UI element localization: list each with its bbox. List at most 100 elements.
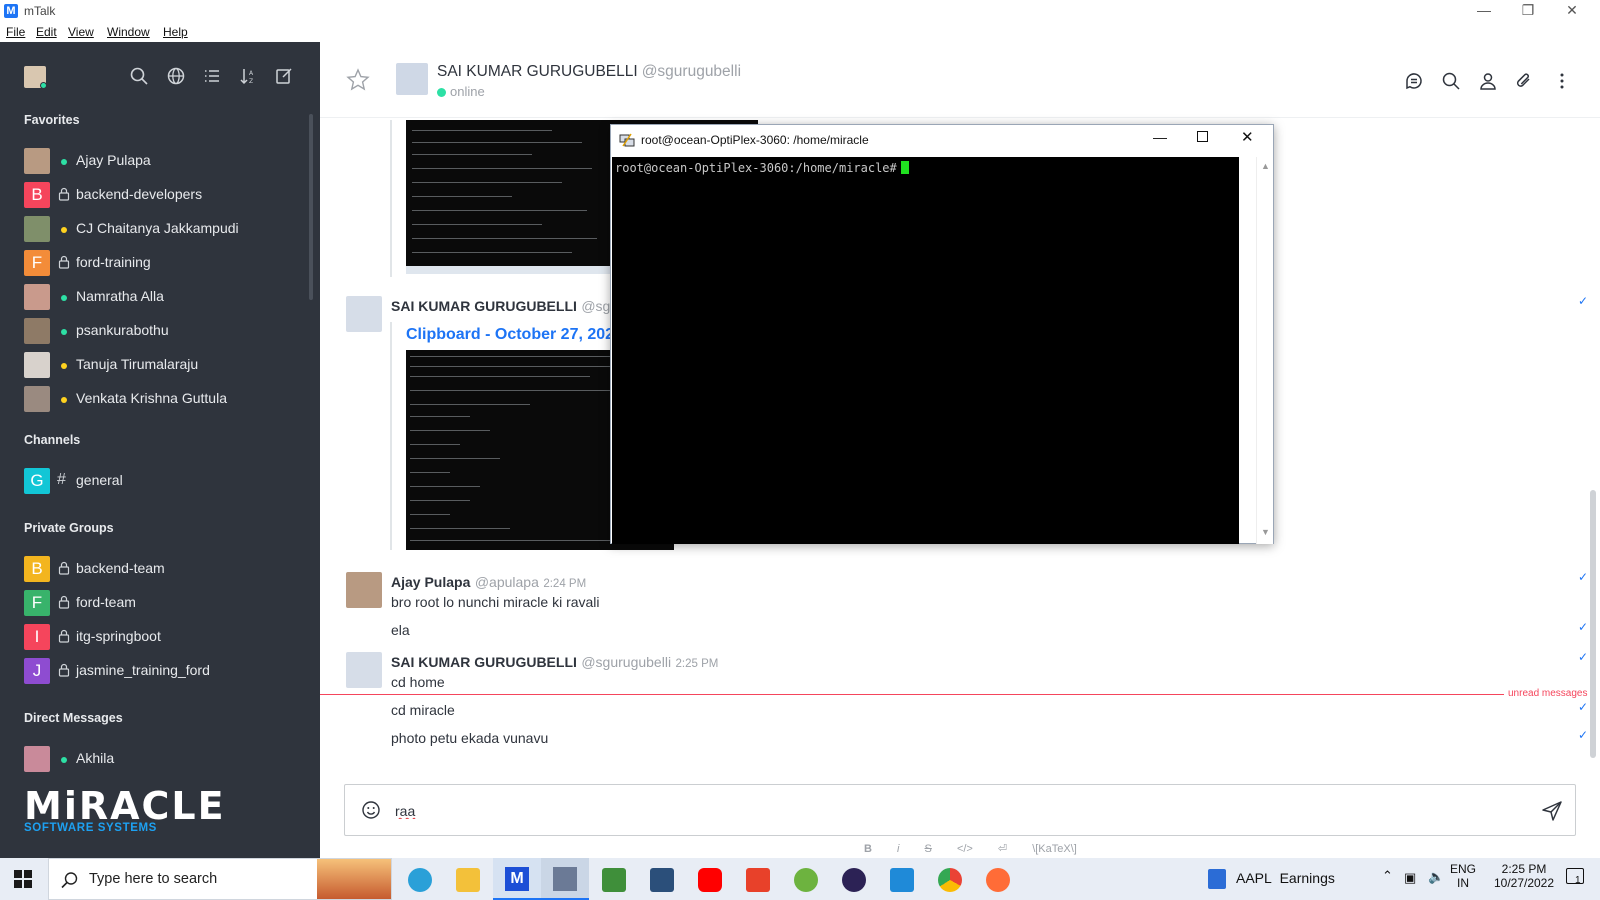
volume-icon[interactable]: 🔈 <box>1428 869 1444 885</box>
italic-button[interactable]: i <box>897 843 899 855</box>
lock-icon <box>58 595 70 609</box>
terminal-console[interactable]: root@ocean-OptiPlex-3060:/home/miracle# <box>612 157 1239 544</box>
menu-window[interactable]: Window <box>107 25 150 39</box>
putty-taskbar-button[interactable] <box>541 858 589 900</box>
stock-widget[interactable]: AAPL Earnings <box>1236 870 1335 886</box>
mtalk-taskbar-button[interactable]: M <box>493 858 541 900</box>
sidebar-item-venkata[interactable]: Venkata Krishna Guttula <box>0 381 312 415</box>
sidebar-item-general[interactable]: G # general <box>0 463 312 497</box>
menu-help[interactable]: Help <box>163 25 188 39</box>
message-input[interactable] <box>395 800 1495 822</box>
search-highlight-image <box>317 859 391 899</box>
search-messages-icon[interactable] <box>1441 71 1461 91</box>
message-author[interactable]: Ajay Pulapa <box>391 574 470 590</box>
file-explorer-icon[interactable] <box>456 868 480 892</box>
taskbar-search[interactable]: Type here to search <box>48 858 392 900</box>
terminal-window[interactable]: root@ocean-OptiPlex-3060: /home/miracle … <box>610 124 1274 544</box>
close-icon[interactable]: ✕ <box>1562 2 1582 19</box>
avatar: F <box>24 590 50 616</box>
multiline-button[interactable]: ⏎ <box>998 843 1007 855</box>
message-author[interactable]: SAI KUMAR GURUGUBELLI <box>391 654 577 670</box>
tray-overflow-icon[interactable]: ⌃ <box>1382 868 1393 884</box>
sort-icon[interactable]: AZ <box>238 66 258 86</box>
app-logo-icon: M <box>4 4 18 18</box>
terminal-scrollbar[interactable]: ▲ ▼ <box>1256 157 1273 544</box>
sidebar-item-label: backend-team <box>76 560 165 576</box>
menu-view[interactable]: View <box>68 25 94 39</box>
message-author[interactable]: SAI KUMAR GURUGUBELLI <box>391 298 577 314</box>
section-channels: Channels <box>24 433 81 447</box>
messages-scrollbar[interactable] <box>1590 490 1596 758</box>
clock[interactable]: 2:25 PM 10/27/2022 <box>1484 862 1564 890</box>
directory-globe-icon[interactable] <box>166 66 186 86</box>
user-avatar[interactable] <box>24 66 47 89</box>
menu-edit[interactable]: Edit <box>36 25 57 39</box>
send-icon[interactable] <box>1541 800 1563 822</box>
message-avatar[interactable] <box>346 296 382 332</box>
terminal-close-icon[interactable]: ✕ <box>1241 128 1254 146</box>
spring-tools-icon[interactable] <box>794 868 818 892</box>
windows-start-icon[interactable] <box>14 870 32 888</box>
message-text: bro root lo nunchi miracle ki ravali <box>391 594 600 610</box>
input-language[interactable]: ENG IN <box>1448 862 1478 890</box>
sidebar-item-cj-chaitanya[interactable]: CJ Chaitanya Jakkampudi <box>0 211 312 245</box>
sidebar-item-ford-training[interactable]: F ford-training <box>0 245 312 279</box>
edge-browser-icon[interactable] <box>408 868 432 892</box>
create-new-icon[interactable] <box>274 66 294 86</box>
favorite-star-icon[interactable] <box>346 68 370 92</box>
sidebar-item-namratha-alla[interactable]: Namratha Alla <box>0 279 312 313</box>
eclipse-icon[interactable] <box>842 868 866 892</box>
sidebar-item-backend-team[interactable]: B backend-team <box>0 551 312 585</box>
message-avatar[interactable] <box>346 652 382 688</box>
read-receipt-icon: ✓ <box>1578 294 1589 308</box>
sidebar-item-label: backend-developers <box>76 186 203 202</box>
message-time: 2:25 PM <box>675 658 719 670</box>
avatar <box>24 352 50 378</box>
network-icon[interactable]: ▣ <box>1404 870 1416 886</box>
postman-icon[interactable] <box>986 868 1010 892</box>
display-list-icon[interactable] <box>202 66 222 86</box>
katex-button[interactable]: \[KaTeX\] <box>1032 843 1077 855</box>
attachment-icon[interactable] <box>1514 71 1534 91</box>
notepad-icon[interactable] <box>602 868 626 892</box>
attachment-border <box>390 120 392 277</box>
terminal-minimize-icon[interactable]: — <box>1153 129 1167 145</box>
attachment-title-link[interactable]: Clipboard - October 27, 202 <box>406 326 614 344</box>
terminal-maximize-icon[interactable] <box>1197 131 1208 142</box>
emoji-icon[interactable] <box>361 800 381 820</box>
wps-office-icon[interactable] <box>746 868 770 892</box>
minimize-icon[interactable]: — <box>1474 2 1494 18</box>
message-text: cd miracle <box>391 702 455 718</box>
mysql-workbench-icon[interactable] <box>650 868 674 892</box>
sidebar-item-backend-developers[interactable]: B backend-developers <box>0 177 312 211</box>
sidebar-item-ford-team[interactable]: F ford-team <box>0 585 312 619</box>
chrome-icon[interactable] <box>938 868 962 892</box>
youtube-icon[interactable] <box>698 868 722 892</box>
code-button[interactable]: </> <box>957 843 973 855</box>
avatar: I <box>24 624 50 650</box>
sidebar-item-akhila[interactable]: Akhila <box>0 741 312 775</box>
search-icon[interactable] <box>129 66 149 86</box>
sidebar-item-itg-springboot[interactable]: I itg-springboot <box>0 619 312 653</box>
sidebar-item-label: general <box>76 472 123 488</box>
menu-file[interactable]: File <box>6 25 25 39</box>
kebab-menu-icon[interactable] <box>1552 71 1572 91</box>
read-receipt-icon: ✓ <box>1578 650 1589 664</box>
vscode-icon[interactable] <box>890 868 914 892</box>
sidebar-item-tanuja[interactable]: Tanuja Tirumalaraju <box>0 347 312 381</box>
restore-icon[interactable]: ❐ <box>1518 2 1538 19</box>
status-online-icon <box>61 159 67 165</box>
status-away-icon <box>61 227 67 233</box>
sidebar-item-psankurabothu[interactable]: psankurabothu <box>0 313 312 347</box>
strike-button[interactable]: S <box>925 843 932 855</box>
bold-button[interactable]: B <box>864 843 872 855</box>
message-avatar[interactable] <box>346 572 382 608</box>
user-info-icon[interactable] <box>1478 71 1498 91</box>
menu-bar: File Edit View Window Help <box>0 22 1600 42</box>
sidebar-item-jasmine-training-ford[interactable]: J jasmine_training_ford <box>0 653 312 687</box>
sidebar-item-ajay-pulapa[interactable]: Ajay Pulapa <box>0 143 312 177</box>
stock-widget-icon[interactable] <box>1208 869 1226 889</box>
sidebar-scrollbar[interactable] <box>309 114 313 300</box>
threads-icon[interactable] <box>1404 71 1424 91</box>
notification-center-icon[interactable]: 1 <box>1566 868 1584 886</box>
